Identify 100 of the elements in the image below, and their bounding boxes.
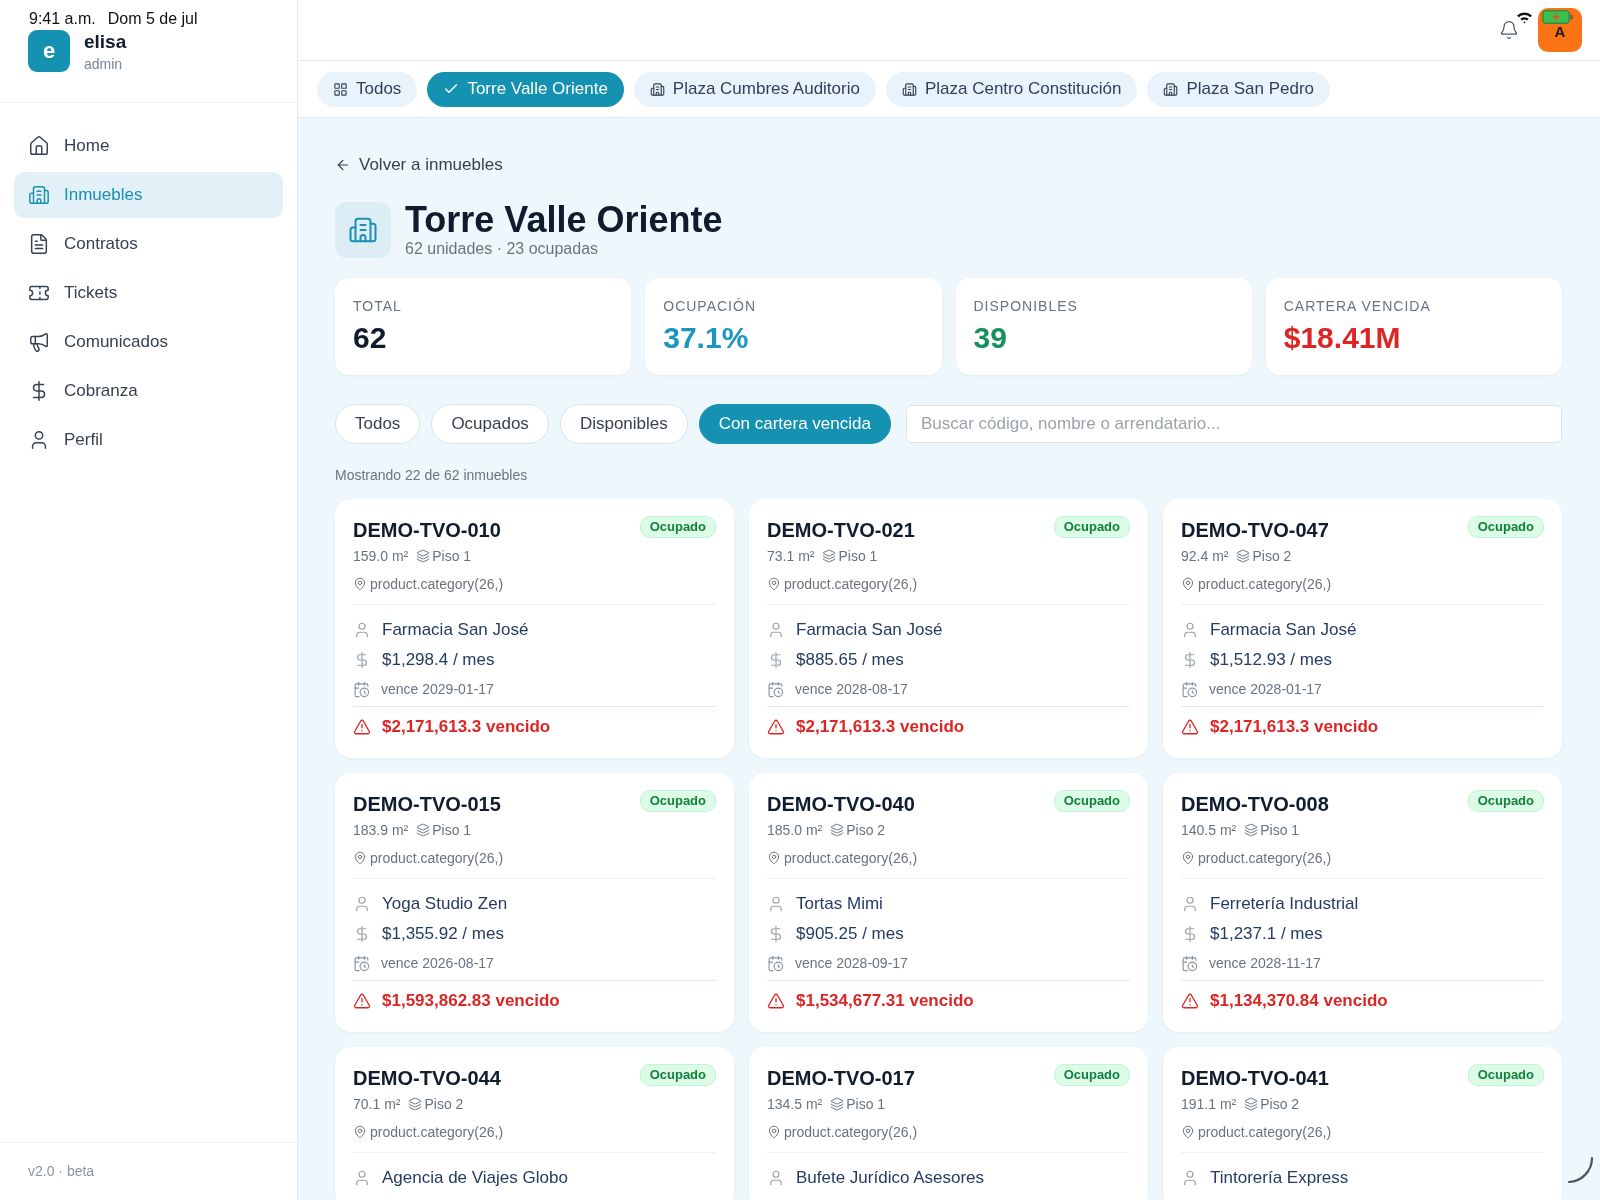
- floor-text: Piso 1: [1260, 821, 1300, 839]
- pin-icon: [767, 851, 781, 865]
- location-text: product.category(26,): [370, 575, 504, 593]
- unit-code: DEMO-TVO-015: [353, 792, 501, 816]
- area-text: 191.1 m²: [1181, 1095, 1237, 1113]
- unit-card[interactable]: DEMO-TVO-041 Ocupado 191.1 m² Piso 2 product.category(26,) Tintorería Express: [1163, 1047, 1562, 1200]
- unit-card[interactable]: DEMO-TVO-044 Ocupado 70.1 m² Piso 2 product.category(26,) Agencia de Viajes Globo: [335, 1047, 734, 1200]
- tenant-name: Tortas Mimi: [796, 893, 883, 915]
- nav-item[interactable]: Cobranza: [14, 368, 283, 414]
- stat-label: DISPONIBLES: [973, 297, 1079, 315]
- filter-chip[interactable]: Ocupados: [431, 404, 549, 444]
- stat-value: 39: [973, 321, 1008, 355]
- floor-text: Piso 1: [846, 1095, 886, 1113]
- bell-icon[interactable]: [1499, 20, 1519, 40]
- status-date: Dom 5 de jul: [107, 9, 198, 29]
- tenant-name: Tintorería Express: [1210, 1167, 1349, 1189]
- user-name: elisa: [84, 31, 127, 53]
- overdue-amount: $1,593,862.83 vencido: [382, 990, 560, 1012]
- pin-icon: [767, 1125, 781, 1139]
- pin-icon: [1181, 1125, 1195, 1139]
- user-avatar: e: [28, 30, 70, 72]
- rent-amount: $1,512.93 / mes: [1210, 649, 1332, 671]
- back-arrow-icon: [335, 157, 351, 173]
- property-tab[interactable]: Plaza Centro Constitución: [885, 71, 1138, 107]
- property-title: Torre Valle Oriente: [405, 201, 723, 239]
- unit-code: DEMO-TVO-017: [767, 1066, 915, 1090]
- building-icon: [901, 81, 917, 97]
- rent-amount: $1,355.92 / mes: [382, 923, 504, 945]
- tenant-name: Farmacia San José: [382, 619, 529, 641]
- document-icon: [28, 233, 50, 255]
- nav-item[interactable]: Contratos: [14, 221, 283, 267]
- calendar-icon: [1181, 954, 1198, 972]
- spinner-icon: [1566, 1156, 1594, 1184]
- unit-code: DEMO-TVO-047: [1181, 518, 1329, 542]
- building-icon: [335, 202, 391, 258]
- location-text: product.category(26,): [1198, 575, 1332, 593]
- due-date: vence 2029-01-17: [381, 680, 494, 698]
- user-role: admin: [84, 55, 124, 73]
- unit-card[interactable]: DEMO-TVO-010 Ocupado 159.0 m² Piso 1 product.category(26,) Farmacia San José $1,298.4 / mes vence 2029-01-17 $2,171,613.3 vencido: [335, 499, 734, 758]
- floor-text: Piso 2: [1260, 1095, 1300, 1113]
- unit-code: DEMO-TVO-040: [767, 792, 915, 816]
- stat-label: TOTAL: [353, 297, 403, 315]
- location-text: product.category(26,): [784, 575, 918, 593]
- nav-item[interactable]: Comunicados: [14, 319, 283, 365]
- property-tab[interactable]: Plaza San Pedro: [1147, 71, 1331, 107]
- unit-card[interactable]: DEMO-TVO-015 Ocupado 183.9 m² Piso 1 product.category(26,) Yoga Studio Zen $1,355.92 / mes vence 2026-08-17 $1,593,862.83 vencido: [335, 773, 734, 1032]
- calendar-icon: [353, 954, 370, 972]
- unit-card[interactable]: DEMO-TVO-047 Ocupado 92.4 m² Piso 2 product.category(26,) Farmacia San José $1,512.93 / mes vence 2028-01-17 $2,171,613.3 vencido: [1163, 499, 1562, 758]
- warning-icon: [767, 992, 785, 1010]
- area-text: 140.5 m²: [1181, 821, 1237, 839]
- person-icon: [353, 895, 371, 913]
- overdue-amount: $2,171,613.3 vencido: [1210, 716, 1379, 738]
- due-date: vence 2028-11-17: [1209, 954, 1321, 972]
- layers-icon: [830, 1097, 845, 1111]
- search-field[interactable]: Buscar código, nombre o arrendatario...: [905, 405, 1562, 443]
- floor-text: Piso 1: [838, 547, 878, 565]
- overdue-amount: $2,171,613.3 vencido: [796, 716, 965, 738]
- unit-card[interactable]: DEMO-TVO-021 Ocupado 73.1 m² Piso 1 product.category(26,) Farmacia San José $885.65 / mes vence 2028-08-17 $2,171,613.3 vencido: [749, 499, 1148, 758]
- wifi-icon: [1516, 11, 1533, 24]
- nav-item[interactable]: Home: [14, 123, 283, 169]
- unit-code: DEMO-TVO-021: [767, 518, 915, 542]
- property-tab[interactable]: Plaza Cumbres Auditorio: [633, 71, 876, 107]
- unit-card[interactable]: DEMO-TVO-040 Ocupado 185.0 m² Piso 2 product.category(26,) Tortas Mimi $905.25 / mes vence 2028-09-17 $1,534,677.31 vencido: [749, 773, 1148, 1032]
- tenant-name: Ferretería Industrial: [1210, 893, 1359, 915]
- filter-chip[interactable]: Con cartera vencida: [698, 404, 891, 444]
- status-badge: Ocupado: [1467, 790, 1544, 812]
- warning-icon: [353, 992, 371, 1010]
- back-link[interactable]: Volver a inmuebles: [335, 154, 503, 176]
- unit-card[interactable]: DEMO-TVO-008 Ocupado 140.5 m² Piso 1 product.category(26,) Ferretería Industrial $1,237.1 / mes vence 2028-11-17 $1,134,370.84 vencido: [1163, 773, 1562, 1032]
- tenant-name: Agencia de Viajes Globo: [382, 1167, 568, 1189]
- layers-icon: [408, 1097, 423, 1111]
- status-badge: Ocupado: [639, 1064, 716, 1086]
- location-text: product.category(26,): [784, 849, 918, 867]
- warning-icon: [353, 718, 371, 736]
- grid-icon: [333, 81, 348, 97]
- pin-icon: [353, 1125, 367, 1139]
- nav-item[interactable]: Perfil: [14, 417, 283, 463]
- status-badge: Ocupado: [1053, 516, 1130, 538]
- unit-code: DEMO-TVO-041: [1181, 1066, 1329, 1090]
- property-tab[interactable]: Todos: [317, 71, 418, 107]
- rent-amount: $905.25 / mes: [796, 923, 904, 945]
- due-date: vence 2028-08-17: [795, 680, 908, 698]
- calendar-icon: [1181, 680, 1198, 698]
- tenant-name: Farmacia San José: [1210, 619, 1357, 641]
- area-text: 134.5 m²: [767, 1095, 823, 1113]
- filter-chip[interactable]: Disponibles: [559, 404, 688, 444]
- pin-icon: [1181, 851, 1195, 865]
- floor-text: Piso 1: [432, 547, 472, 565]
- area-text: 159.0 m²: [353, 547, 409, 565]
- layers-icon: [830, 823, 845, 837]
- unit-code: DEMO-TVO-010: [353, 518, 501, 542]
- filter-chip[interactable]: Todos: [335, 404, 421, 444]
- person-icon: [1181, 895, 1199, 913]
- layers-icon: [1244, 1097, 1259, 1111]
- overdue-amount: $2,171,613.3 vencido: [382, 716, 551, 738]
- pin-icon: [353, 851, 367, 865]
- layers-icon: [1244, 823, 1259, 837]
- nav-item[interactable]: Tickets: [14, 270, 283, 316]
- unit-card[interactable]: DEMO-TVO-017 Ocupado 134.5 m² Piso 1 product.category(26,) Bufete Jurídico Asesores: [749, 1047, 1148, 1200]
- unit-code: DEMO-TVO-008: [1181, 792, 1329, 816]
